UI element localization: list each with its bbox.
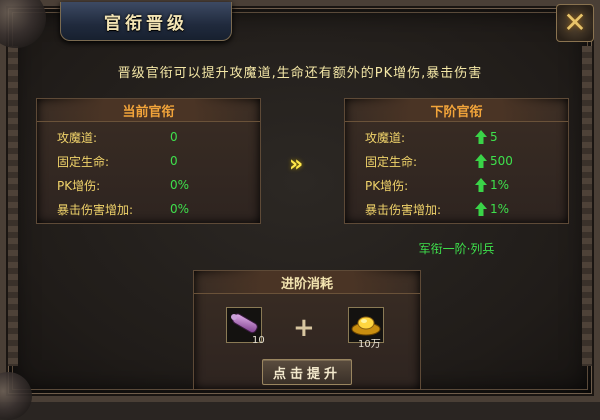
close-icon: ✕ (563, 6, 587, 39)
window-title: 官衔晋级 (104, 13, 188, 34)
stat-row: 固定生命: 500 (345, 151, 568, 171)
stat-row: PK增伤: 0% (37, 175, 260, 195)
plus-icon: + (293, 313, 315, 343)
panel-header: 进阶消耗 (194, 271, 420, 294)
stat-label: 固定生命: (365, 154, 418, 169)
title-tab: 官衔晋级 (60, 2, 232, 41)
stat-value: 1% (490, 202, 510, 216)
stat-value: 1% (490, 178, 510, 192)
next-rank-panel: 下阶官衔 攻魔道: 5 固定生命: 500 PK增伤: 1% 暴击伤害增加: 1… (344, 98, 569, 224)
panel-header: 下阶官衔 (345, 99, 568, 122)
stat-label: 暴击伤害增加: (57, 202, 134, 217)
stat-value: 0% (170, 178, 190, 192)
double-chevron-right-icon: » (289, 152, 303, 177)
stat-label: 暴击伤害增加: (365, 202, 442, 217)
stat-label: 固定生命: (57, 154, 110, 169)
item-quantity: 10 (252, 335, 265, 346)
current-rank-header: 当前官衔 (122, 104, 175, 120)
stat-row: 攻魔道: 5 (345, 127, 568, 147)
upgrade-cost-panel: 进阶消耗 10 + 10万 点击提升 (193, 270, 421, 390)
stat-row: 固定生命: 0 (37, 151, 260, 171)
frame-rail-left (8, 46, 18, 366)
frame-rail-right (582, 46, 592, 366)
green-up-arrow-icon (475, 178, 487, 192)
item-quantity: 10万 (358, 339, 381, 350)
stat-value: 0% (170, 202, 190, 216)
next-rank-header: 下阶官衔 (430, 104, 483, 120)
stat-row: PK增伤: 1% (345, 175, 568, 195)
stat-value: 0 (170, 130, 178, 144)
stat-value: 0 (170, 154, 178, 168)
stat-row: 暴击伤害增加: 0% (37, 199, 260, 219)
stat-label: PK增伤: (57, 178, 101, 193)
upgrade-button-label: 点击提升 (272, 366, 341, 382)
green-up-arrow-icon (475, 202, 487, 216)
panel-header: 当前官衔 (37, 99, 260, 122)
next-rank-name: 军衔一阶·列兵 (418, 242, 495, 256)
stat-label: 攻魔道: (57, 130, 98, 145)
cost-header: 进阶消耗 (280, 276, 333, 292)
stat-label: 攻魔道: (365, 130, 406, 145)
stat-row: 攻魔道: 0 (37, 127, 260, 147)
green-up-arrow-icon (475, 130, 487, 144)
green-up-arrow-icon (475, 154, 487, 168)
description-text: 晋级官衔可以提升攻魔道,生命还有额外的PK增伤,暴击伤害 (117, 66, 483, 81)
stat-row: 暴击伤害增加: 1% (345, 199, 568, 219)
stat-label: PK增伤: (365, 178, 409, 193)
current-rank-panel: 当前官衔 攻魔道: 0 固定生命: 0 PK增伤: 0% 暴击伤害增加: 0% (36, 98, 261, 224)
stat-value: 5 (490, 130, 498, 144)
stat-value: 500 (490, 154, 513, 168)
close-button[interactable]: ✕ (556, 4, 594, 42)
upgrade-button[interactable]: 点击提升 (262, 359, 352, 385)
